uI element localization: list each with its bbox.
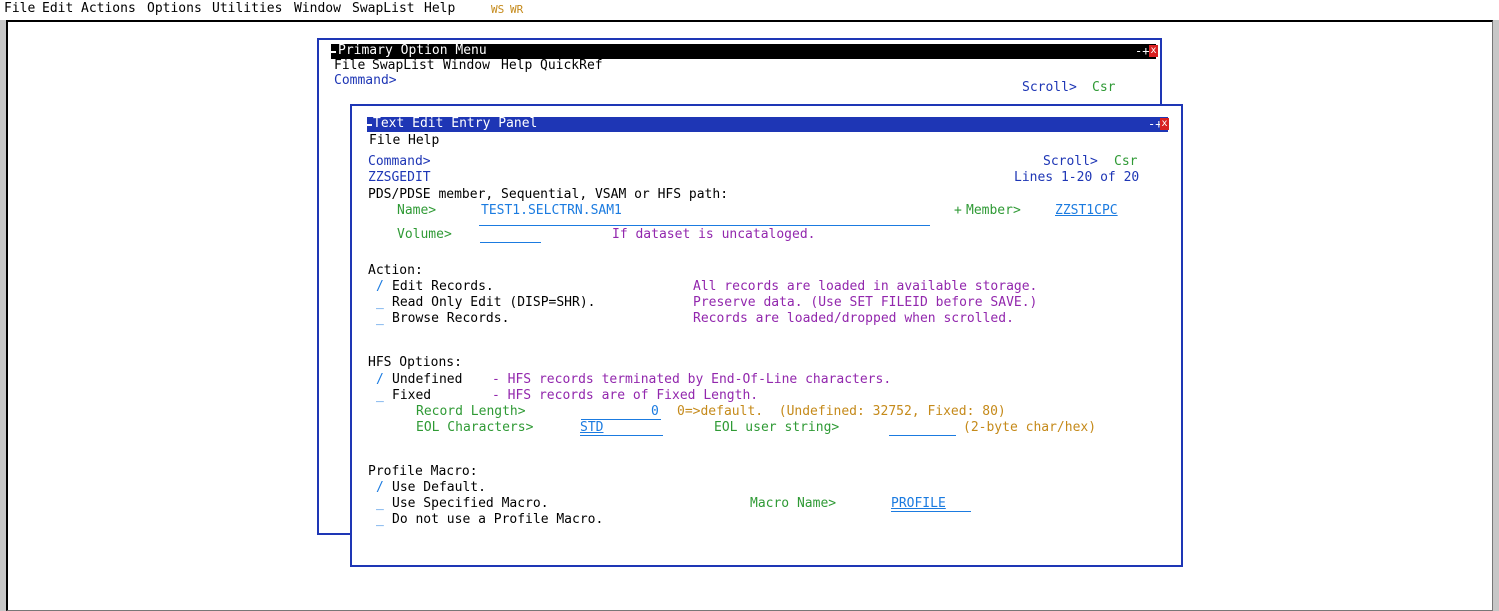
record-length-label: Record Length> [416, 404, 526, 419]
text-edit-title: Text Edit Entry Panel [373, 116, 538, 131]
scroll-value[interactable]: Csr [1114, 154, 1137, 170]
profile-specified-label: Use Specified Macro. [392, 496, 549, 511]
close-icon[interactable]: x [1160, 118, 1169, 130]
action-browse-label: Browse Records. [392, 311, 510, 326]
hfs-undefined-checkbox[interactable]: / [376, 372, 384, 388]
action-readonly-label: Read Only Edit (DISP=SHR). [392, 295, 596, 310]
macro-name-label: Macro Name> [750, 496, 837, 511]
action-readonly-desc: Preserve data. (Use SET FILEID before SA… [693, 295, 1038, 310]
text-edit-menu-help[interactable]: Help [408, 133, 439, 149]
primary-scroll-value[interactable]: Csr [1092, 80, 1115, 96]
action-edit-label: Edit Records. [392, 279, 494, 294]
action-browse-checkbox[interactable]: _ [376, 311, 384, 327]
ws-indicator[interactable]: WS [491, 3, 504, 18]
member-plus: + [954, 203, 962, 218]
profile-none-label: Do not use a Profile Macro. [392, 512, 604, 527]
action-readonly-checkbox[interactable]: _ [376, 295, 384, 311]
menu-swaplist[interactable]: SwapList [352, 1, 415, 17]
macro-name-input[interactable]: PROFILE [891, 496, 946, 512]
name-value: TEST1.SELCTRN.SAM1 [481, 203, 622, 218]
eol-characters-underline [580, 435, 663, 436]
menu-edit[interactable]: Edit [42, 1, 73, 17]
hfs-fixed-checkbox[interactable]: _ [376, 388, 384, 404]
name-input[interactable] [479, 225, 930, 226]
command-label: Command> [368, 154, 431, 169]
window-controls-icon[interactable]: -+ [1135, 44, 1149, 58]
text-edit-menu-file[interactable]: File [369, 133, 400, 149]
hfs-fixed-desc: - HFS records are of Fixed Length. [492, 388, 759, 403]
primary-scroll-label: Scroll> [1022, 80, 1077, 95]
primary-command-input[interactable] [396, 88, 996, 89]
eol-characters-input[interactable]: STD [580, 420, 603, 436]
volume-label: Volume> [397, 227, 452, 242]
record-length-hint: 0=>default. (Undefined: 32752, Fixed: 80… [677, 404, 1006, 419]
scroll-label: Scroll> [1043, 154, 1098, 169]
system-menu-icon[interactable] [331, 51, 336, 53]
close-icon[interactable]: x [1149, 45, 1158, 57]
primary-menu-help[interactable]: Help [501, 58, 532, 74]
eol-user-string-label: EOL user string> [714, 420, 840, 435]
primary-menu-file[interactable]: File [334, 58, 365, 74]
action-edit-desc: All records are loaded in available stor… [693, 279, 1038, 294]
eol-characters-label: EOL Characters> [416, 420, 534, 435]
wr-indicator[interactable]: WR [510, 3, 523, 18]
menu-file[interactable]: File [4, 1, 35, 17]
profile-default-label: Use Default. [392, 480, 486, 495]
name-label: Name> [397, 203, 437, 218]
volume-input[interactable] [480, 242, 541, 243]
primary-menu-quickref[interactable]: QuickRef [540, 58, 603, 74]
profile-specified-checkbox[interactable]: _ [376, 496, 384, 512]
record-length-value: 0 [651, 404, 659, 419]
menu-actions[interactable]: Actions [81, 1, 136, 17]
primary-menu-swaplist[interactable]: SwapList [372, 58, 435, 74]
panel-id: ZZSGEDIT [368, 170, 431, 185]
menu-window[interactable]: Window [294, 1, 341, 17]
command-input[interactable] [430, 168, 1030, 169]
profile-heading: Profile Macro: [368, 464, 478, 479]
hfs-heading: HFS Options: [368, 355, 462, 370]
action-browse-desc: Records are loaded/dropped when scrolled… [693, 311, 1014, 326]
action-heading: Action: [368, 263, 423, 278]
eol-user-string-hint: (2-byte char/hex) [963, 420, 1097, 435]
system-menu-icon[interactable] [367, 124, 372, 126]
profile-default-checkbox[interactable]: / [376, 480, 384, 496]
menu-utilities[interactable]: Utilities [212, 1, 282, 17]
member-label: Member> [966, 203, 1021, 218]
hfs-fixed-label: Fixed [392, 388, 432, 403]
volume-hint: If dataset is uncataloged. [612, 227, 816, 242]
member-input[interactable]: ZZST1CPC [1055, 203, 1118, 219]
profile-none-checkbox[interactable]: _ [376, 512, 384, 528]
menu-options[interactable]: Options [147, 1, 202, 17]
menu-help[interactable]: Help [424, 1, 455, 17]
lines-info: Lines 1-20 of 20 [1014, 170, 1140, 185]
path-heading: PDS/PDSE member, Sequential, VSAM or HFS… [368, 187, 729, 202]
primary-menu-window[interactable]: Window [443, 58, 490, 74]
macro-name-underline [891, 511, 971, 512]
primary-title: Primary Option Menu [338, 43, 487, 58]
hfs-undefined-desc: - HFS records terminated by End-Of-Line … [492, 372, 892, 387]
hfs-undefined-label: Undefined [392, 372, 463, 387]
action-edit-checkbox[interactable]: / [376, 279, 384, 295]
primary-command-label: Command> [334, 73, 397, 88]
eol-user-string-input[interactable] [889, 435, 956, 436]
